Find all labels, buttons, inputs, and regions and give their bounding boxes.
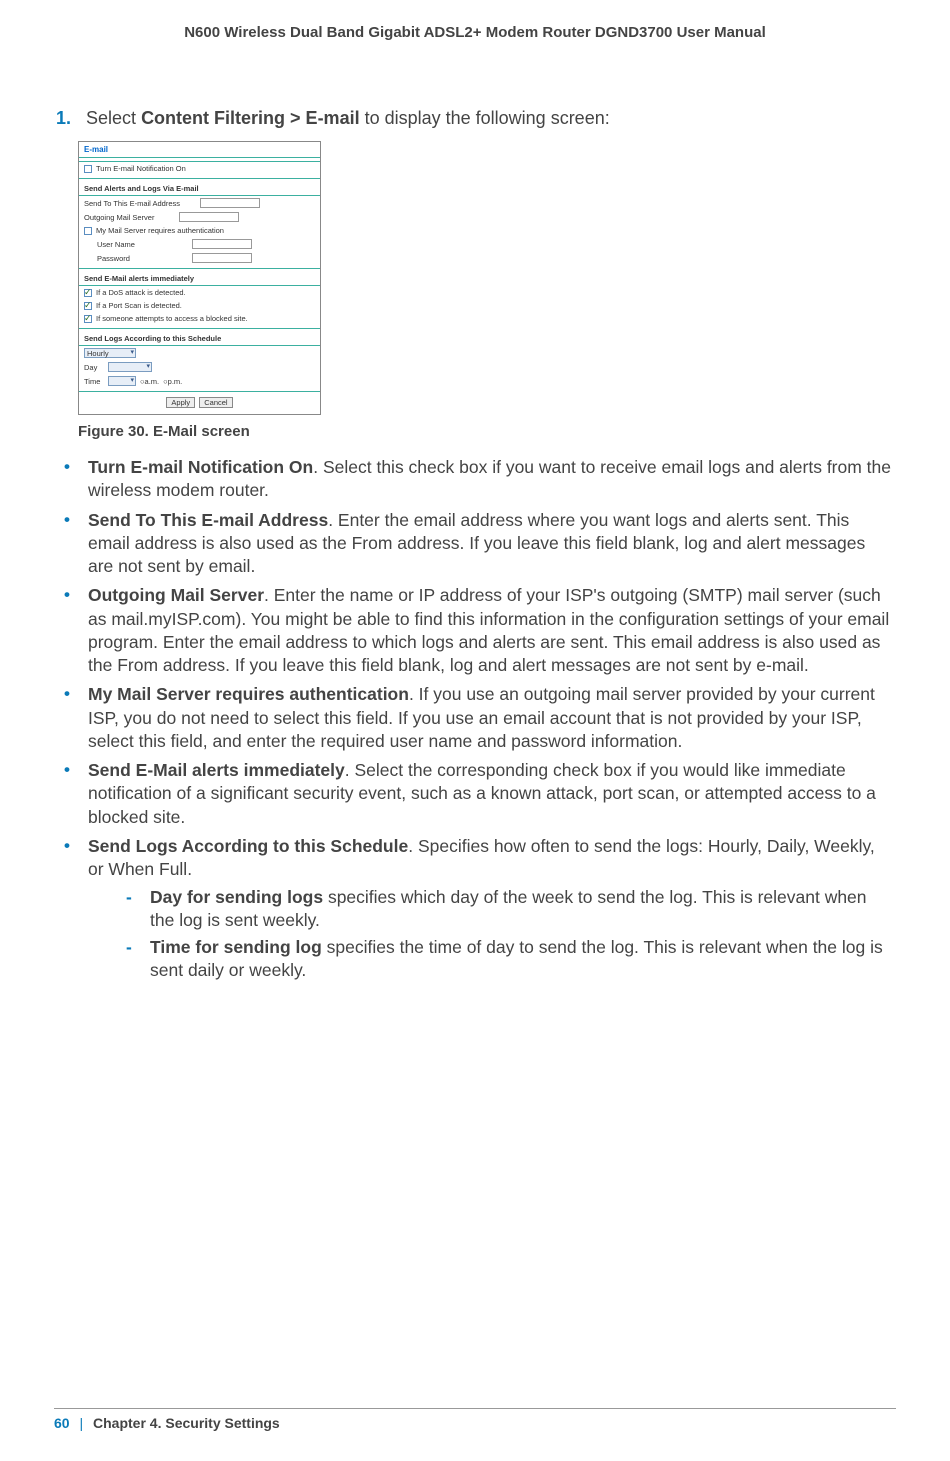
step-bold: Content Filtering > E-mail [141, 108, 360, 128]
list-item: • Send To This E-mail Address. Enter the… [56, 509, 894, 579]
user-field[interactable] [192, 239, 252, 249]
ss-user-row: User Name [79, 237, 320, 251]
bullet-bold: My Mail Server requires authentication [88, 684, 409, 704]
bullet-bold: Send Logs According to this Schedule [88, 836, 408, 856]
ss-pass-label: Password [97, 254, 172, 263]
bullet-marker: • [56, 456, 88, 503]
ss-sec2: Send E-Mail alerts immediately [79, 271, 320, 286]
bullet-marker: • [56, 584, 88, 677]
list-item: • My Mail Server requires authentication… [56, 683, 894, 753]
ss-sec1: Send Alerts and Logs Via E-mail [79, 181, 320, 196]
list-item: • Send E-Mail alerts immediately. Select… [56, 759, 894, 829]
ss-alert1: If a DoS attack is detected. [96, 288, 186, 297]
ss-server-row: Outgoing Mail Server [79, 210, 320, 224]
day-select[interactable] [108, 362, 152, 372]
ss-sched-row: Hourly [79, 346, 320, 360]
figure-caption: Figure 30. E-Mail screen [78, 423, 894, 440]
checkbox-icon[interactable] [84, 227, 92, 235]
footer-separator: | [79, 1415, 83, 1431]
email-screenshot: E-mail Turn E-mail Notification On Send … [78, 141, 321, 415]
ss-auth-label: My Mail Server requires authentication [96, 226, 224, 235]
sub-marker: - [120, 886, 150, 933]
bullet-marker: • [56, 835, 88, 987]
sub-item: - Time for sending log specifies the tim… [120, 936, 894, 983]
ss-sec3: Send Logs According to this Schedule [79, 331, 320, 346]
ss-alert1-row: If a DoS attack is detected. [79, 286, 320, 299]
step-number: 1. [56, 108, 71, 128]
ss-auth-row: My Mail Server requires authentication [79, 224, 320, 237]
ss-alert3-row: If someone attempts to access a blocked … [79, 312, 320, 325]
step-pre: Select [86, 108, 141, 128]
checkbox-icon[interactable] [84, 165, 92, 173]
ss-buttons: Apply Cancel [79, 392, 320, 408]
bullet-bold: Turn E-mail Notification On [88, 457, 313, 477]
page-number: 60 [54, 1415, 70, 1431]
checkbox-icon[interactable] [84, 315, 92, 323]
ss-send-label: Send To This E-mail Address [84, 199, 180, 208]
ss-pm: p.m. [168, 377, 183, 386]
sub-bold: Day for sending logs [150, 887, 323, 907]
ss-time-label: Time [84, 377, 106, 386]
ss-time-row: Time ○ a.m. ○ p.m. [79, 374, 320, 388]
bullet-bold: Outgoing Mail Server [88, 585, 264, 605]
sub-item: - Day for sending logs specifies which d… [120, 886, 894, 933]
checkbox-icon[interactable] [84, 302, 92, 310]
chapter-label: Chapter 4. Security Settings [93, 1415, 280, 1431]
sub-bold: Time for sending log [150, 937, 322, 957]
ss-day-label: Day [84, 363, 106, 372]
ss-notify-label: Turn E-mail Notification On [96, 164, 186, 173]
header-title: N600 Wireless Dual Band Gigabit ADSL2+ M… [0, 24, 950, 41]
checkbox-icon[interactable] [84, 289, 92, 297]
list-item: • Turn E-mail Notification On. Select th… [56, 456, 894, 503]
ss-server-label: Outgoing Mail Server [84, 213, 159, 222]
ss-day-row: Day [79, 360, 320, 374]
sub-marker: - [120, 936, 150, 983]
ss-title: E-mail [79, 142, 320, 158]
step-instruction: 1. Select Content Filtering > E-mail to … [56, 108, 894, 129]
bullet-marker: • [56, 759, 88, 829]
server-field[interactable] [179, 212, 239, 222]
bullet-marker: • [56, 683, 88, 753]
email-field[interactable] [200, 198, 260, 208]
page-footer: 60 | Chapter 4. Security Settings [54, 1408, 896, 1431]
ss-notify-row: Turn E-mail Notification On [79, 162, 320, 175]
ss-alert2: If a Port Scan is detected. [96, 301, 182, 310]
ss-send-row: Send To This E-mail Address [79, 196, 320, 210]
list-item: • Send Logs According to this Schedule. … [56, 835, 894, 987]
bullet-list: • Turn E-mail Notification On. Select th… [56, 456, 894, 987]
step-post: to display the following screen: [360, 108, 610, 128]
pass-field[interactable] [192, 253, 252, 263]
ss-alert2-row: If a Port Scan is detected. [79, 299, 320, 312]
bullet-marker: • [56, 509, 88, 579]
apply-button[interactable]: Apply [166, 397, 195, 408]
bullet-bold: Send E-Mail alerts immediately [88, 760, 345, 780]
page-content: 1. Select Content Filtering > E-mail to … [56, 108, 894, 993]
ss-pass-row: Password [79, 251, 320, 265]
ss-am: a.m. [145, 377, 160, 386]
ss-alert3: If someone attempts to access a blocked … [96, 314, 248, 323]
bullet-bold: Send To This E-mail Address [88, 510, 328, 530]
cancel-button[interactable]: Cancel [199, 397, 232, 408]
schedule-select[interactable]: Hourly [84, 348, 136, 358]
ss-user-label: User Name [97, 240, 172, 249]
list-item: • Outgoing Mail Server. Enter the name o… [56, 584, 894, 677]
time-select[interactable] [108, 376, 136, 386]
